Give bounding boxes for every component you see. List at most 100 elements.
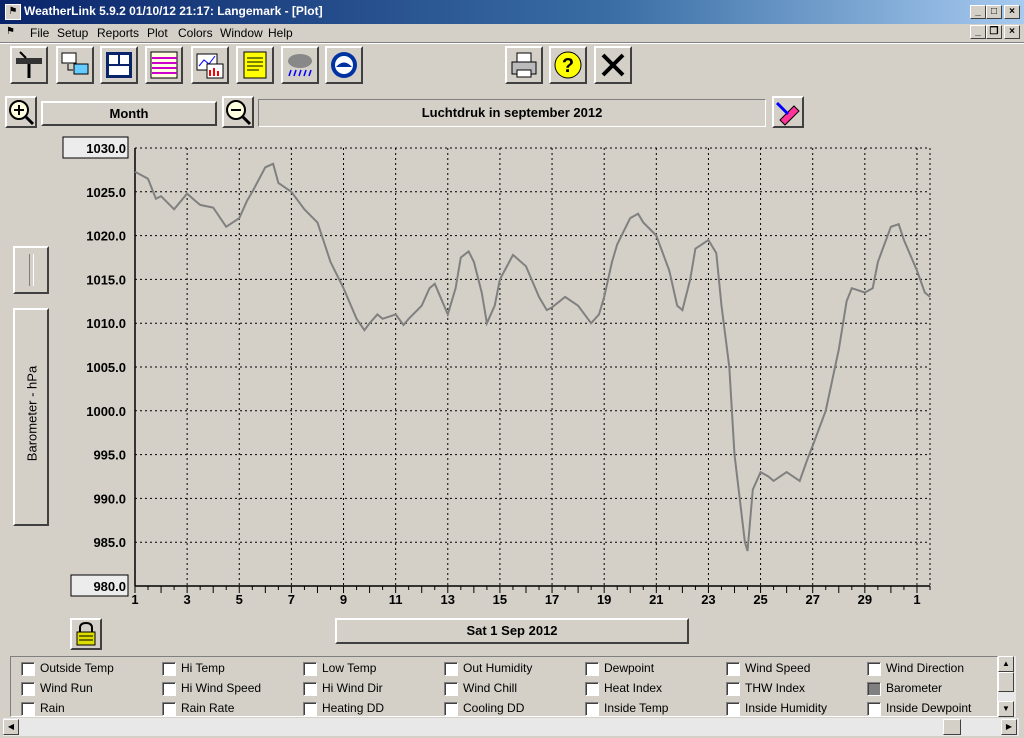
menu-plot[interactable]: Plot [147, 26, 168, 40]
checkbox-dewpoint[interactable] [585, 662, 599, 676]
axis-label-panel[interactable]: Barometer - hPa [13, 308, 49, 526]
checkbox-heat-index[interactable] [585, 682, 599, 696]
checkbox-label-inside-humidity[interactable]: Inside Humidity [745, 701, 827, 715]
menu-reports[interactable]: Reports [97, 26, 139, 40]
axis-scale-button[interactable] [13, 246, 49, 294]
checkbox-rain[interactable] [21, 702, 35, 716]
checkbox-label-hi-wind-speed[interactable]: Hi Wind Speed [181, 681, 261, 695]
minimize-button[interactable]: _ [970, 5, 986, 19]
checkbox-label-out-humidity[interactable]: Out Humidity [463, 661, 532, 675]
checkbox-low-temp[interactable] [303, 662, 317, 676]
checkbox-barometer[interactable] [867, 682, 881, 696]
menu-file[interactable]: File [30, 26, 49, 40]
x-tick-label: 3 [184, 592, 191, 607]
barometer-chart[interactable]: 1030.0 1025.0 1020.0 1015.0 1010.0 1005.0 1000… [0, 130, 1024, 620]
menu-setup[interactable]: Setup [57, 26, 88, 40]
color-button[interactable] [772, 96, 804, 128]
horizontal-scrollbar[interactable]: ◀ ▶ [3, 718, 1019, 736]
checkbox-label-hi-temp[interactable]: Hi Temp [181, 661, 225, 675]
lock-button[interactable] [70, 618, 102, 650]
hscroll-thumb[interactable] [943, 719, 961, 735]
plot-button[interactable] [191, 46, 229, 84]
plot-title[interactable]: Luchtdruk in september 2012 [258, 99, 766, 127]
checkbox-inside-dewpoint[interactable] [867, 702, 881, 716]
checkbox-out-humidity[interactable] [444, 662, 458, 676]
checkbox-label-wind-chill[interactable]: Wind Chill [463, 681, 517, 695]
scroll-left-button[interactable]: ◀ [3, 719, 19, 735]
checkbox-wind-chill[interactable] [444, 682, 458, 696]
mdi-restore-button[interactable]: ❐ [986, 25, 1002, 39]
y-tick-label: 1020.0 [86, 229, 126, 244]
print-button[interactable] [505, 46, 543, 84]
x-tick-label: 5 [236, 592, 243, 607]
x-tick-label: 23 [701, 592, 715, 607]
bulletin-button[interactable] [100, 46, 138, 84]
checkbox-label-low-temp[interactable]: Low Temp [322, 661, 376, 675]
zoom-in-button[interactable] [5, 96, 37, 128]
checkbox-cooling-dd[interactable] [444, 702, 458, 716]
station-select-button[interactable] [10, 46, 48, 84]
checkbox-label-cooling-dd[interactable]: Cooling DD [463, 701, 524, 715]
print-icon [511, 52, 537, 78]
checkbox-inside-humidity[interactable] [726, 702, 740, 716]
checkbox-label-wind-run[interactable]: Wind Run [40, 681, 93, 695]
checkbox-hi-wind-dir[interactable] [303, 682, 317, 696]
checkbox-label-hi-wind-dir[interactable]: Hi Wind Dir [322, 681, 383, 695]
zoom-out-icon [226, 100, 252, 126]
checkbox-label-wind-speed[interactable]: Wind Speed [745, 661, 810, 675]
close-window-button[interactable]: × [1004, 5, 1020, 19]
y-tick-label: 1025.0 [86, 185, 126, 200]
period-button[interactable]: Month [41, 101, 217, 126]
scroll-down-button[interactable]: ▼ [998, 701, 1014, 717]
document-icon[interactable]: ⚑ [6, 26, 20, 40]
notepad-button[interactable] [236, 46, 274, 84]
y-tick-label: 1010.0 [86, 316, 126, 331]
x-tick-label: 7 [288, 592, 295, 607]
mdi-minimize-button[interactable]: _ [970, 25, 986, 39]
close-plot-button[interactable] [594, 46, 632, 84]
checkbox-heating-dd[interactable] [303, 702, 317, 716]
strip-chart-button[interactable] [145, 46, 183, 84]
checkbox-thw-index[interactable] [726, 682, 740, 696]
bulletin-icon [106, 52, 132, 78]
panel-vertical-scrollbar[interactable]: ▲ ▼ [998, 656, 1016, 717]
weather-button[interactable] [281, 46, 319, 84]
date-button[interactable]: Sat 1 Sep 2012 [335, 618, 689, 644]
checkbox-wind-run[interactable] [21, 682, 35, 696]
checkbox-label-thw-index[interactable]: THW Index [745, 681, 805, 695]
scroll-right-button[interactable]: ▶ [1001, 719, 1017, 735]
mdi-close-button[interactable]: × [1004, 25, 1020, 39]
help-button[interactable]: ? [549, 46, 587, 84]
checkbox-label-outside-temp[interactable]: Outside Temp [40, 661, 114, 675]
checkbox-inside-temp[interactable] [585, 702, 599, 716]
scroll-thumb[interactable] [998, 672, 1014, 692]
maximize-button[interactable]: □ [986, 5, 1002, 19]
checkbox-outside-temp[interactable] [21, 662, 35, 676]
checkbox-label-rain[interactable]: Rain [40, 701, 65, 715]
checkbox-rain-rate[interactable] [162, 702, 176, 716]
x-tick-label: 19 [597, 592, 611, 607]
checkbox-label-inside-temp[interactable]: Inside Temp [604, 701, 668, 715]
checkbox-label-heat-index[interactable]: Heat Index [604, 681, 662, 695]
checkbox-label-heating-dd[interactable]: Heating DD [322, 701, 384, 715]
app-icon[interactable]: ⚑ [5, 4, 21, 20]
x-tick-label: 25 [753, 592, 767, 607]
checkbox-hi-wind-speed[interactable] [162, 682, 176, 696]
checkbox-hi-temp[interactable] [162, 662, 176, 676]
scale-slider-icon [29, 254, 34, 286]
menu-window[interactable]: Window [220, 26, 263, 40]
checkbox-label-barometer[interactable]: Barometer [886, 681, 942, 695]
menu-help[interactable]: Help [268, 26, 293, 40]
checkbox-label-rain-rate[interactable]: Rain Rate [181, 701, 234, 715]
checkbox-wind-speed[interactable] [726, 662, 740, 676]
checkbox-label-wind-direction[interactable]: Wind Direction [886, 661, 964, 675]
checkbox-label-dewpoint[interactable]: Dewpoint [604, 661, 654, 675]
x-tick-label: 21 [649, 592, 663, 607]
checkbox-wind-direction[interactable] [867, 662, 881, 676]
noaa-button[interactable] [325, 46, 363, 84]
menu-colors[interactable]: Colors [178, 26, 213, 40]
zoom-out-button[interactable] [222, 96, 254, 128]
checkbox-label-inside-dewpoint[interactable]: Inside Dewpoint [886, 701, 971, 715]
download-button[interactable] [56, 46, 94, 84]
scroll-up-button[interactable]: ▲ [998, 656, 1014, 672]
